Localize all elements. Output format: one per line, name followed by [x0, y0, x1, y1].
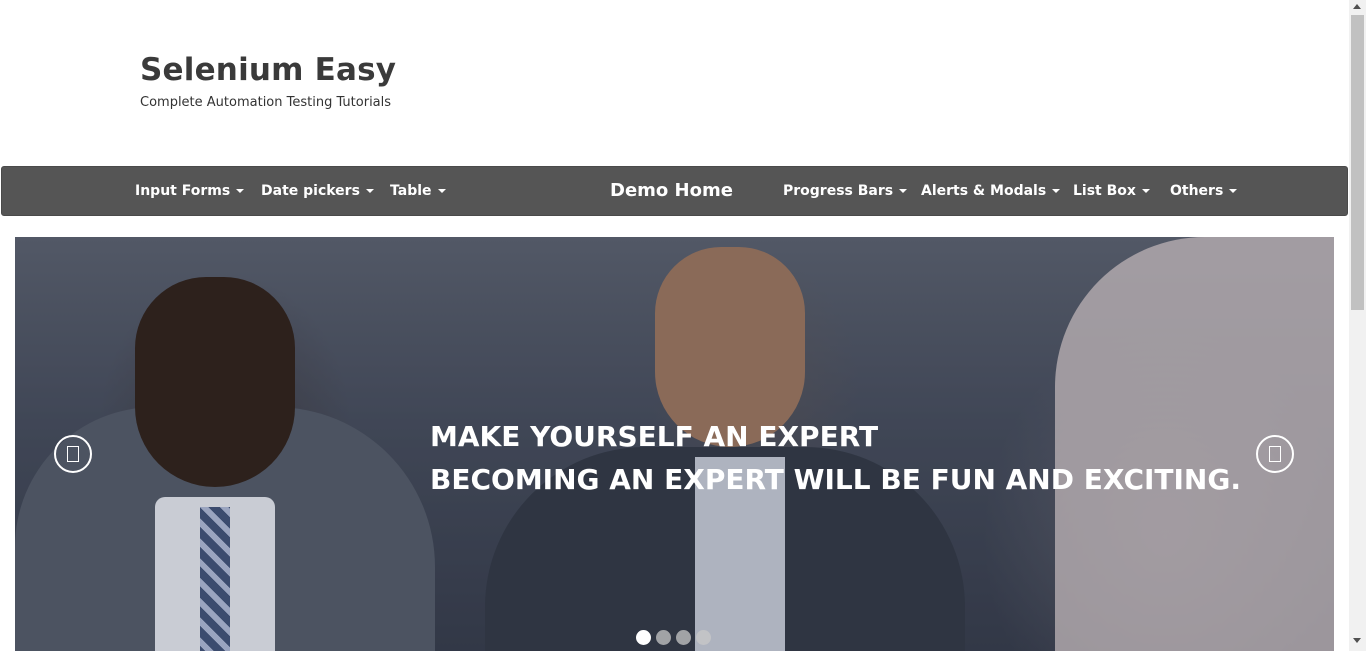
carousel-next-button[interactable] — [1256, 435, 1294, 473]
carousel-indicators — [636, 630, 711, 645]
caret-down-icon — [236, 189, 245, 193]
nav-others[interactable]: Others — [1170, 167, 1238, 215]
slide-caption: MAKE YOURSELF AN EXPERT BECOMING AN EXPE… — [430, 415, 1241, 501]
caret-down-icon — [1141, 189, 1150, 193]
nav-demo-home[interactable]: Demo Home — [610, 167, 733, 215]
caret-down-icon — [365, 189, 374, 193]
site-tagline: Complete Automation Testing Tutorials — [140, 95, 392, 110]
next-icon — [1269, 446, 1281, 462]
caret-down-icon — [1052, 189, 1061, 193]
scroll-down-arrow-icon[interactable] — [1353, 638, 1361, 643]
carousel-indicator-3[interactable] — [676, 630, 691, 645]
nav-table[interactable]: Table — [390, 167, 446, 215]
nav-progress-bars[interactable]: Progress Bars — [783, 167, 908, 215]
nav-input-forms[interactable]: Input Forms — [135, 167, 245, 215]
scroll-up-arrow-icon[interactable] — [1353, 4, 1361, 9]
hero-carousel: MAKE YOURSELF AN EXPERT BECOMING AN EXPE… — [15, 237, 1334, 651]
slide-caption-line-2: BECOMING AN EXPERT WILL BE FUN AND EXCIT… — [430, 463, 1241, 496]
caret-down-icon — [1229, 189, 1238, 193]
caret-down-icon — [437, 189, 446, 193]
page-scrollbar[interactable] — [1349, 0, 1366, 651]
site-header: Selenium Easy Complete Automation Testin… — [0, 0, 1349, 166]
nav-alerts-modals[interactable]: Alerts & Modals — [921, 167, 1061, 215]
main-navbar: Input Forms Date pickers Table Demo Home… — [1, 166, 1348, 216]
carousel-prev-button[interactable] — [54, 435, 92, 473]
carousel-indicator-1[interactable] — [636, 630, 651, 645]
scrollbar-thumb[interactable] — [1351, 15, 1364, 310]
site-title[interactable]: Selenium Easy — [140, 52, 396, 88]
nav-list-box[interactable]: List Box — [1073, 167, 1150, 215]
carousel-indicator-2[interactable] — [656, 630, 671, 645]
slide-photo-person-left-head — [135, 277, 295, 487]
slide-photo-tie — [200, 507, 230, 651]
prev-icon — [67, 446, 79, 462]
carousel-indicator-4[interactable] — [696, 630, 711, 645]
slide-caption-line-1: MAKE YOURSELF AN EXPERT — [430, 420, 879, 453]
caret-down-icon — [899, 189, 908, 193]
nav-date-pickers[interactable]: Date pickers — [261, 167, 374, 215]
